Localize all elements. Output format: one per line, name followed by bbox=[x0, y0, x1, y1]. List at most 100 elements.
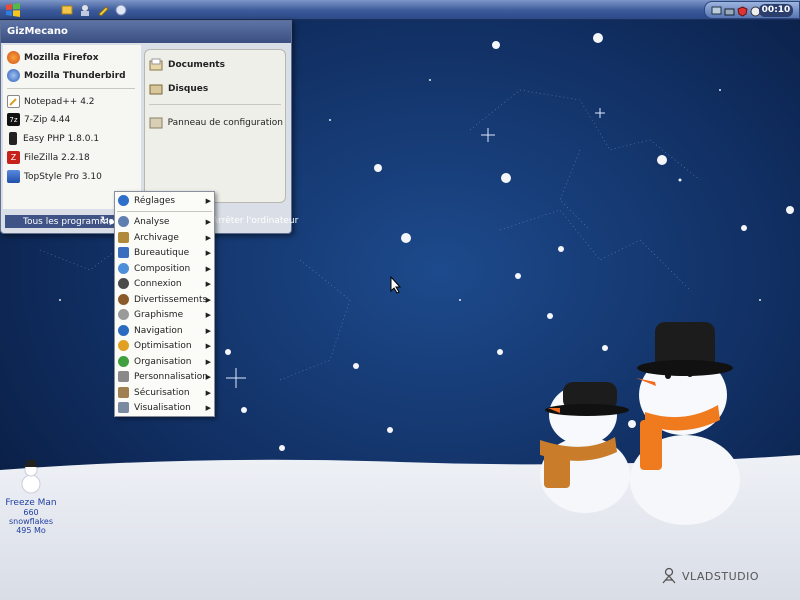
office-icon bbox=[118, 247, 129, 258]
firefox-icon bbox=[7, 51, 20, 64]
submenu-arrow-icon: ▶ bbox=[205, 357, 211, 366]
easyphp-icon bbox=[9, 132, 17, 145]
submenu-item-reglages[interactable]: Réglages ▶ bbox=[118, 193, 213, 208]
control-panel-icon bbox=[149, 117, 163, 129]
notepad-icon bbox=[7, 95, 20, 108]
recent-7zip[interactable]: 7z 7-Zip 4.44 bbox=[7, 111, 139, 128]
submenu-item-bureautique[interactable]: Bureautique ▶ bbox=[118, 245, 213, 260]
restart-icon[interactable]: ↻ bbox=[100, 214, 109, 227]
taskbar: 00:10 bbox=[0, 0, 800, 20]
right-separator bbox=[149, 104, 281, 105]
recent-easyphp-label: Easy PHP 1.8.0.1 bbox=[23, 133, 100, 144]
submenu-arrow-icon: ▶ bbox=[205, 295, 211, 304]
documents-folder-icon bbox=[149, 58, 163, 71]
disks-item[interactable]: Disques bbox=[149, 80, 283, 98]
monitor-tray-icon[interactable] bbox=[709, 4, 723, 18]
submenu-item-personnalisation[interactable]: Personnalisation ▶ bbox=[118, 369, 213, 384]
submenu-item-label: Optimisation bbox=[134, 340, 192, 351]
recent-filezilla[interactable]: Z FileZilla 2.2.18 bbox=[7, 149, 139, 166]
submenu-item-label: Organisation bbox=[134, 356, 192, 367]
submenu-arrow-icon: ▶ bbox=[205, 279, 211, 288]
recent-7zip-label: 7-Zip 4.44 bbox=[24, 114, 71, 125]
recent-filezilla-label: FileZilla 2.2.18 bbox=[24, 152, 90, 163]
submenu-item-visualisation[interactable]: Visualisation ▶ bbox=[118, 400, 213, 415]
connection-icon bbox=[118, 278, 129, 289]
submenu-item-label: Analyse bbox=[134, 216, 170, 227]
network-tray-icon[interactable] bbox=[722, 4, 736, 18]
quicklaunch-folder-icon[interactable] bbox=[60, 3, 74, 17]
personalisation-icon bbox=[118, 371, 129, 382]
recent-notepad[interactable]: Notepad++ 4.2 bbox=[7, 93, 139, 110]
start-menu-right-pane: Documents Disques Panneau de configurati… bbox=[144, 49, 286, 203]
system-tray: 00:10 bbox=[704, 1, 800, 19]
composition-icon bbox=[118, 263, 129, 274]
documents-label: Documents bbox=[168, 60, 225, 70]
submenu-item-composition[interactable]: Composition ▶ bbox=[118, 261, 213, 276]
pinned-separator bbox=[7, 88, 135, 89]
submenu-item-label: Sécurisation bbox=[134, 387, 190, 398]
navigation-icon bbox=[118, 325, 129, 336]
mouse-cursor-icon bbox=[390, 276, 402, 294]
optimisation-icon bbox=[118, 340, 129, 351]
quicklaunch-user-icon[interactable] bbox=[78, 3, 92, 17]
disks-icon bbox=[149, 84, 163, 95]
freeze-man-size: 495 Mo bbox=[16, 526, 46, 535]
submenu-arrow-icon: ▶ bbox=[205, 388, 211, 397]
documents-item[interactable]: Documents bbox=[149, 56, 283, 74]
submenu-item-label: Bureautique bbox=[134, 247, 190, 258]
thunderbird-icon bbox=[7, 69, 20, 82]
submenu-item-organisation[interactable]: Organisation ▶ bbox=[118, 354, 213, 369]
submenu-item-analyse[interactable]: Analyse ▶ bbox=[118, 214, 213, 229]
pinned-thunderbird-label: Mozilla Thunderbird bbox=[24, 70, 126, 81]
submenu-item-label: Navigation bbox=[134, 325, 183, 336]
submenu-arrow-icon: ▶ bbox=[205, 372, 211, 381]
security-icon bbox=[118, 387, 129, 398]
submenu-arrow-icon: ▶ bbox=[205, 310, 211, 319]
recent-easyphp[interactable]: Easy PHP 1.8.0.1 bbox=[7, 130, 139, 147]
taskbar-clock[interactable]: 00:10 bbox=[759, 4, 793, 17]
start-button[interactable] bbox=[4, 3, 22, 17]
control-panel-label: Panneau de configuration bbox=[167, 118, 283, 128]
vladstudio-watermark: VLADSTUDIO bbox=[660, 566, 759, 586]
filezilla-icon: Z bbox=[7, 151, 20, 164]
submenu-arrow-icon: ▶ bbox=[205, 264, 211, 273]
submenu-arrow-icon: ▶ bbox=[205, 233, 211, 242]
entertainment-icon bbox=[118, 294, 129, 305]
submenu-item-label: Visualisation bbox=[134, 402, 191, 413]
topstyle-icon bbox=[7, 170, 20, 183]
pinned-firefox[interactable]: Mozilla Firefox bbox=[7, 49, 139, 66]
submenu-item-label: Divertissements bbox=[134, 294, 208, 305]
recent-notepad-label: Notepad++ 4.2 bbox=[24, 96, 95, 107]
submenu-item-label: Archivage bbox=[134, 232, 179, 243]
submenu-item-navigation[interactable]: Navigation ▶ bbox=[118, 323, 213, 338]
submenu-item-connexion[interactable]: Connexion ▶ bbox=[118, 276, 213, 291]
programs-submenu: Réglages ▶ Analyse ▶ Archivage ▶ Bureaut… bbox=[114, 191, 215, 417]
submenu-item-securisation[interactable]: Sécurisation ▶ bbox=[118, 385, 213, 400]
pinned-thunderbird[interactable]: Mozilla Thunderbird bbox=[7, 67, 139, 84]
shutdown-button[interactable]: Arrêter l'ordinateur bbox=[212, 216, 298, 226]
vladstudio-label: VLADSTUDIO bbox=[682, 569, 760, 583]
control-panel-item[interactable]: Panneau de configuration bbox=[149, 114, 283, 132]
desktop-icon-freeze-man[interactable]: Freeze Man 660 snowflakes 495 Mo bbox=[2, 458, 60, 535]
archive-icon bbox=[118, 232, 129, 243]
info-icon bbox=[118, 195, 129, 206]
recent-topstyle[interactable]: TopStyle Pro 3.10 bbox=[7, 168, 139, 185]
organisation-icon bbox=[118, 356, 129, 367]
submenu-item-optimisation[interactable]: Optimisation ▶ bbox=[118, 338, 213, 353]
submenu-item-graphisme[interactable]: Graphisme ▶ bbox=[118, 307, 213, 322]
submenu-arrow-icon: ▶ bbox=[205, 248, 211, 257]
start-menu-user-name: GizMecano bbox=[1, 21, 291, 43]
quicklaunch-globe-icon[interactable] bbox=[114, 3, 128, 17]
vladstudio-logo-icon bbox=[662, 567, 676, 584]
submenu-item-archivage[interactable]: Archivage ▶ bbox=[118, 230, 213, 245]
submenu-item-divertissements[interactable]: Divertissements ▶ bbox=[118, 292, 213, 307]
submenu-item-label: Graphisme bbox=[134, 309, 184, 320]
shield-tray-icon[interactable] bbox=[735, 4, 749, 18]
quicklaunch-pencil-icon[interactable] bbox=[96, 3, 110, 17]
magnifier-icon bbox=[118, 216, 129, 227]
submenu-item-label: Connexion bbox=[134, 278, 182, 289]
submenu-item-label: Personnalisation bbox=[134, 371, 208, 382]
graphics-icon bbox=[118, 309, 129, 320]
visualisation-icon bbox=[118, 402, 129, 413]
submenu-arrow-icon: ▶ bbox=[205, 326, 211, 335]
